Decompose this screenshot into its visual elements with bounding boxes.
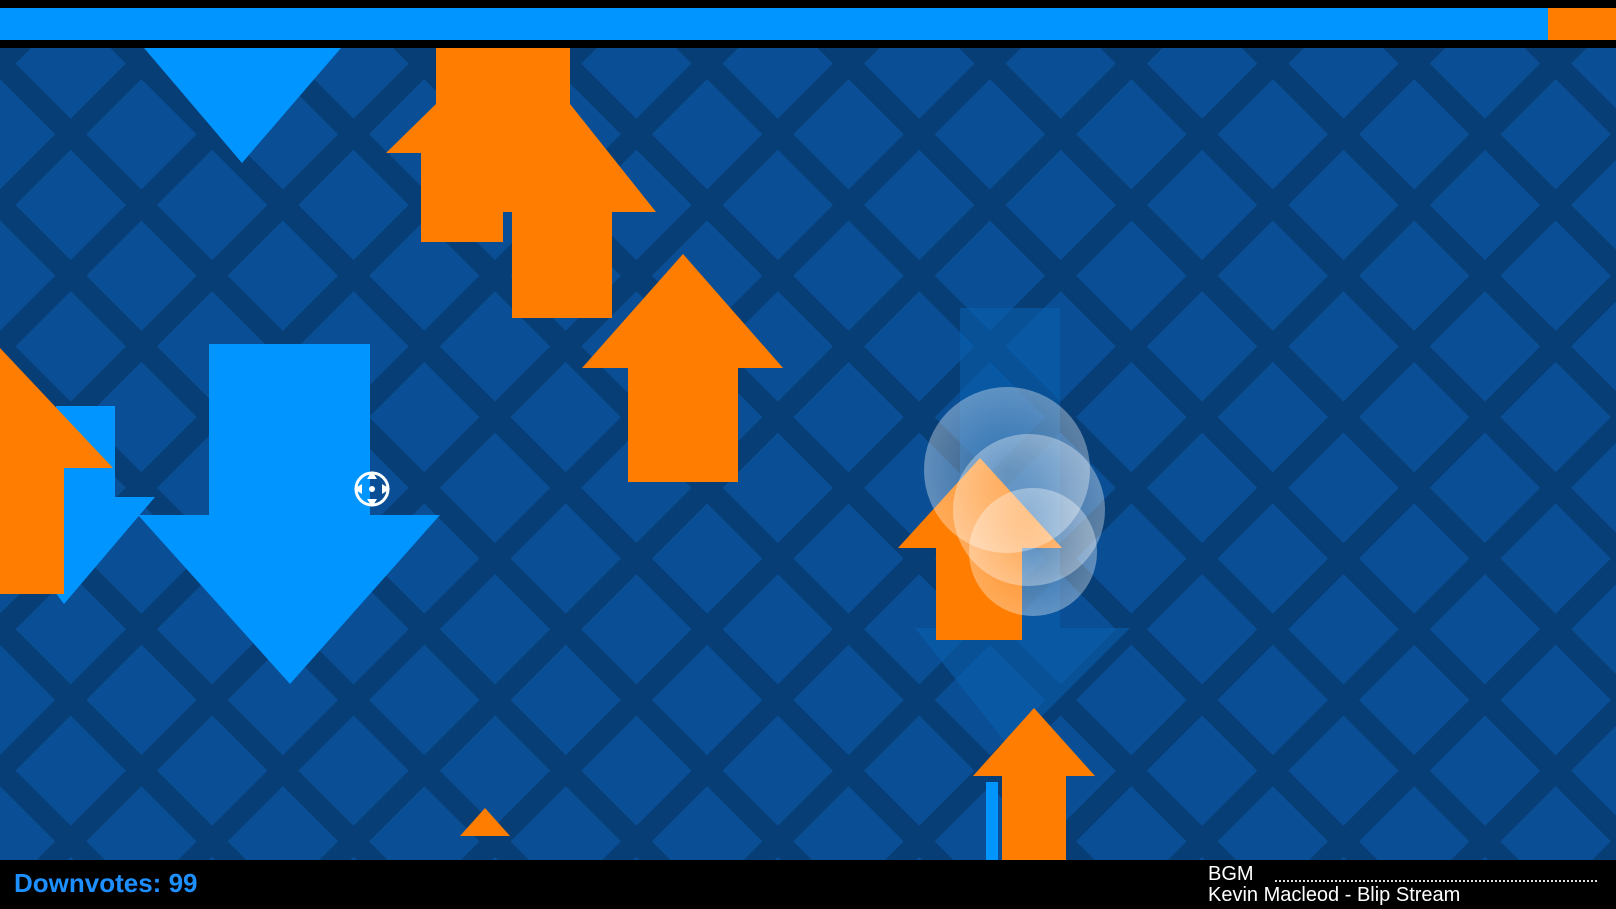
hud-status-bar: Downvotes: 99 BGM Kevin Macleod - Blip S…	[0, 860, 1616, 909]
vote-progress-bar	[0, 0, 1616, 48]
shield-bubble	[969, 488, 1097, 616]
bgm-track-title: Kevin Macleod - Blip Stream	[1208, 884, 1461, 906]
progress-upvote-fill	[1548, 8, 1616, 40]
downvote-counter: Downvotes: 99	[14, 868, 198, 898]
progress-downvote-fill	[0, 8, 1548, 40]
game-field-canvas	[0, 48, 1616, 860]
bgm-level-meter	[1275, 876, 1597, 882]
game-field[interactable]	[0, 48, 1616, 860]
bgm-label: BGM	[1208, 863, 1254, 885]
downvote-arrow-edge[interactable]	[986, 782, 998, 860]
